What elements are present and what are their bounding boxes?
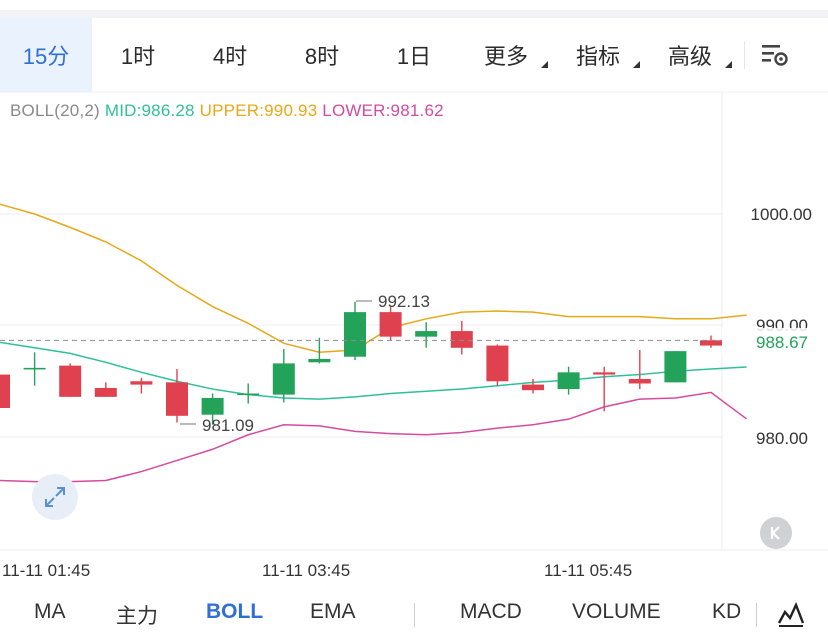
tab-kd[interactable]: KD — [712, 600, 741, 624]
candle-body — [308, 358, 331, 363]
candle-body — [415, 331, 438, 337]
tab-volume[interactable]: VOLUME — [572, 600, 661, 624]
collapse-chart-button[interactable] — [760, 517, 792, 549]
candle-body — [94, 387, 117, 397]
candle-body — [486, 345, 509, 382]
high-annotation: 992.13 — [378, 292, 430, 311]
candlestick-chart[interactable]: 1000.00 990.00 988.67 980.00 992.13 981.… — [0, 0, 828, 590]
tab-ema[interactable]: EMA — [310, 600, 356, 624]
candle-body — [59, 365, 82, 397]
time-label: 11-11 01:45 — [2, 561, 90, 580]
candle-body — [272, 363, 295, 395]
candle-body — [237, 393, 260, 396]
candle-body — [628, 379, 651, 384]
price-label-980: 980.00 — [756, 429, 808, 448]
candle-body — [344, 312, 366, 357]
current-price-label: 988.67 — [756, 333, 808, 352]
tab-main-force[interactable]: 主力 — [116, 600, 158, 630]
candle-body — [593, 372, 616, 375]
boll-upper-line — [0, 203, 747, 354]
line-chart-icon[interactable] — [776, 599, 806, 629]
fullscreen-button[interactable] — [32, 474, 78, 520]
low-annotation: 981.09 — [202, 416, 254, 435]
tab-boll[interactable]: BOLL — [206, 600, 263, 624]
candle-body — [23, 367, 46, 370]
bottom-tab-divider — [414, 603, 415, 627]
candle-body — [522, 384, 544, 391]
tab-macd[interactable]: MACD — [460, 600, 522, 624]
time-label: 11-11 05:45 — [544, 561, 632, 580]
indicator-tabs: MA 主力 BOLL EMA MACD VOLUME KD — [0, 590, 828, 640]
expand-arrows-icon — [45, 487, 65, 507]
candle-body — [379, 312, 402, 337]
candle-body — [450, 331, 473, 348]
candle-body — [166, 382, 188, 416]
candle-body — [130, 381, 153, 385]
bottom-tab-divider — [756, 603, 757, 627]
price-label-1000: 1000.00 — [751, 205, 812, 224]
tab-ma[interactable]: MA — [34, 600, 66, 624]
k-collapse-icon — [770, 526, 780, 540]
time-label: 11-11 03:45 — [262, 561, 350, 580]
candle-body — [557, 372, 580, 390]
candle-body — [0, 374, 10, 409]
candle-body — [201, 397, 224, 415]
candle-body — [700, 340, 722, 346]
candle-body — [664, 351, 687, 383]
